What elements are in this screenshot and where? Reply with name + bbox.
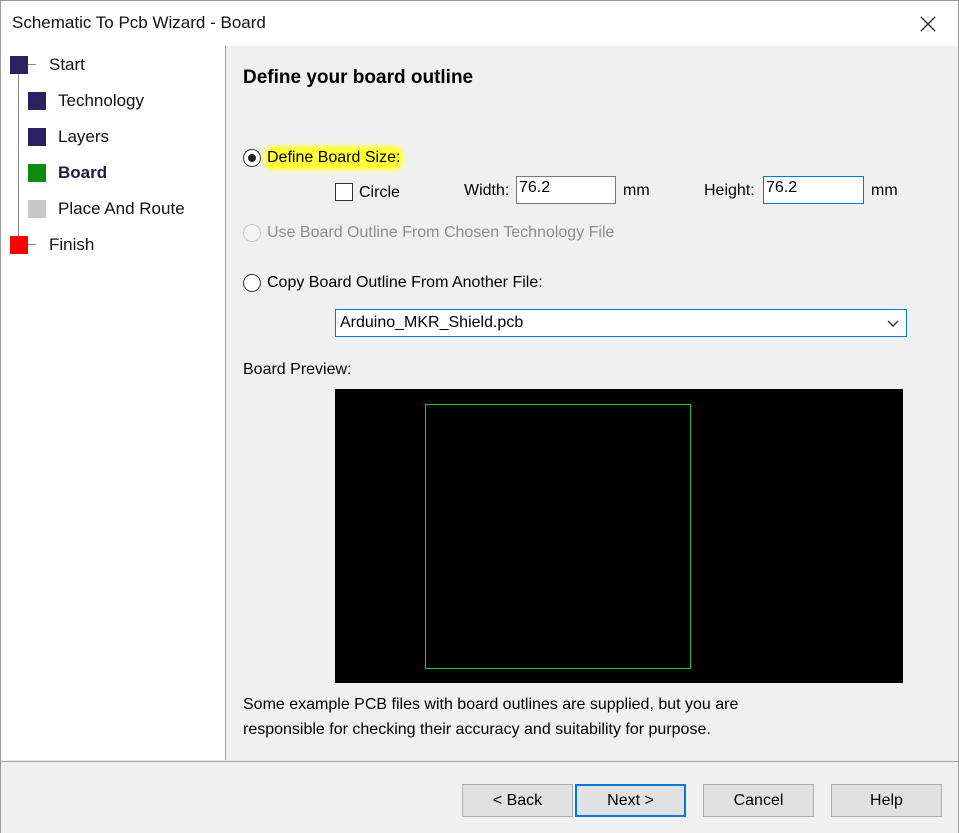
close-button[interactable] xyxy=(906,9,950,39)
board-preview xyxy=(335,389,903,683)
width-unit: mm xyxy=(623,182,650,199)
button-bar: < Back Next > Cancel Help xyxy=(1,761,958,833)
step-marker-icon xyxy=(28,92,46,110)
window-title: Schematic To Pcb Wizard - Board xyxy=(12,13,266,32)
back-button[interactable]: < Back xyxy=(462,784,573,817)
width-field[interactable]: 76.2 xyxy=(516,176,616,204)
height-label: Height: xyxy=(704,182,755,199)
step-label: Board xyxy=(58,163,108,182)
use-technology-outline-radio xyxy=(243,224,261,242)
height-field[interactable]: 76.2 xyxy=(763,176,864,204)
note-line-2: responsible for checking their accuracy … xyxy=(243,721,711,738)
step-marker-icon xyxy=(28,128,46,146)
step-marker-icon xyxy=(10,236,28,254)
step-label: Finish xyxy=(49,235,95,254)
circle-label[interactable]: Circle xyxy=(359,184,400,202)
step-marker-icon xyxy=(28,164,46,182)
wizard-steps-panel: Start Technology Layers Board Place And … xyxy=(1,46,226,760)
step-marker-icon xyxy=(28,200,46,218)
board-page: Define your board outline Define Board S… xyxy=(226,46,958,760)
chevron-down-icon xyxy=(887,320,899,327)
step-marker-icon xyxy=(10,56,28,74)
tree-connector xyxy=(27,64,36,65)
copy-outline-label[interactable]: Copy Board Outline From Another File: xyxy=(267,274,543,292)
width-label: Width: xyxy=(464,182,510,199)
tree-connector xyxy=(18,73,19,248)
step-label: Layers xyxy=(58,127,110,146)
next-button[interactable]: Next > xyxy=(575,784,686,817)
step-label: Technology xyxy=(58,91,145,110)
cancel-button[interactable]: Cancel xyxy=(703,784,814,817)
step-label: Place And Route xyxy=(58,199,185,218)
define-board-size-radio[interactable] xyxy=(243,149,261,167)
use-technology-outline-label: Use Board Outline From Chosen Technology… xyxy=(267,224,615,241)
circle-checkbox[interactable] xyxy=(335,183,353,201)
close-icon xyxy=(920,16,936,32)
page-heading: Define your board outline xyxy=(243,67,474,88)
tree-connector xyxy=(27,244,36,245)
wizard-window: Schematic To Pcb Wizard - Board Start Te… xyxy=(0,0,959,833)
board-preview-label: Board Preview: xyxy=(243,361,352,378)
step-label: Start xyxy=(49,55,85,74)
outline-file-dropdown[interactable]: Arduino_MKR_Shield.pcb xyxy=(335,309,907,337)
copy-outline-radio[interactable] xyxy=(243,274,261,292)
outline-file-value: Arduino_MKR_Shield.pcb xyxy=(340,314,524,331)
note-line-1: Some example PCB files with board outlin… xyxy=(243,696,739,713)
help-button[interactable]: Help xyxy=(831,784,942,817)
title-bar: Schematic To Pcb Wizard - Board xyxy=(1,1,958,46)
board-outline-shape xyxy=(425,404,691,669)
height-unit: mm xyxy=(871,182,898,199)
define-board-size-label[interactable]: Define Board Size: xyxy=(267,149,401,167)
